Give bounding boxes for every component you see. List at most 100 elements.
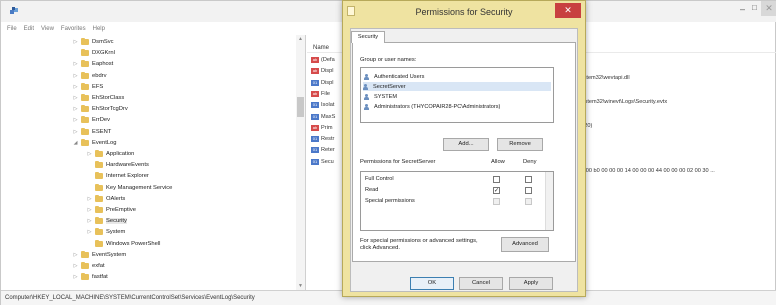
value-row[interactable]: 01 Reter bbox=[311, 145, 335, 155]
expand-arrow-icon[interactable]: ▷ bbox=[73, 117, 78, 123]
user-list-item[interactable]: Administrators (THYCOPAIR28-PC\Administr… bbox=[364, 102, 500, 111]
expand-arrow-icon[interactable]: ▷ bbox=[87, 151, 92, 157]
apply-button[interactable]: Apply bbox=[509, 277, 553, 290]
tree-node[interactable]: ▷ Eaphost bbox=[73, 59, 113, 69]
user-group-icon bbox=[364, 73, 371, 80]
minimize-button[interactable]: – bbox=[740, 4, 745, 14]
tree-node[interactable]: ▷ ErrDev bbox=[73, 115, 110, 125]
tree-node[interactable]: Internet Explorer bbox=[87, 171, 149, 181]
value-row[interactable]: ab Prim bbox=[311, 123, 333, 133]
expand-arrow-icon[interactable]: ▷ bbox=[87, 196, 92, 202]
tree-node[interactable]: HardwareEvents bbox=[87, 160, 149, 170]
tree-node[interactable]: ▷ fastfat bbox=[73, 272, 108, 282]
tree-node[interactable]: Windows PowerShell bbox=[87, 239, 160, 249]
menu-favorites[interactable]: Favorites bbox=[61, 23, 86, 35]
folder-icon bbox=[81, 262, 89, 269]
maximize-button[interactable]: □ bbox=[752, 3, 757, 12]
value-row[interactable]: 01 MaxS bbox=[311, 112, 335, 122]
advanced-button[interactable]: Advanced bbox=[501, 237, 549, 252]
user-group-icon bbox=[363, 83, 370, 90]
tree-node[interactable]: ▷ EFS bbox=[73, 82, 103, 92]
close-button[interactable]: ✕ bbox=[761, 1, 776, 16]
expand-arrow-icon[interactable]: ▷ bbox=[73, 263, 78, 269]
expand-arrow-icon[interactable]: ▷ bbox=[73, 129, 78, 135]
menu-help[interactable]: Help bbox=[93, 23, 105, 35]
binary-value-icon: 01 bbox=[311, 102, 319, 109]
tree-node[interactable]: ◢ EventLog bbox=[73, 138, 117, 148]
value-row[interactable]: 01 Displ bbox=[311, 78, 333, 88]
expand-arrow-icon[interactable]: ▷ bbox=[73, 73, 78, 79]
string-value-icon: ab bbox=[311, 57, 319, 63]
permission-name: Full Control bbox=[365, 176, 394, 182]
user-list-item[interactable]: SYSTEM bbox=[364, 92, 397, 101]
allow-checkbox[interactable] bbox=[493, 176, 500, 183]
add-button[interactable]: Add... bbox=[443, 138, 489, 151]
folder-icon bbox=[81, 82, 89, 90]
menu-view[interactable]: View bbox=[41, 23, 54, 35]
tree-node[interactable]: ▷ ESENT bbox=[73, 127, 111, 137]
value-row[interactable]: ab (Defa bbox=[311, 55, 335, 65]
tree-node[interactable]: ▷ DsmSvc bbox=[73, 37, 114, 47]
scroll-down-arrow-icon[interactable]: ▼ bbox=[296, 282, 305, 290]
user-list-item[interactable]: Authenticated Users bbox=[364, 72, 424, 81]
deny-checkbox[interactable] bbox=[525, 187, 532, 194]
tree-node-label: ESENT bbox=[92, 128, 112, 135]
value-name: Secu bbox=[321, 158, 334, 165]
value-row[interactable]: ab Displ bbox=[311, 66, 333, 76]
expand-arrow-icon[interactable]: ▷ bbox=[73, 252, 78, 258]
permissions-scrollbar[interactable] bbox=[545, 172, 553, 230]
value-name: Restr bbox=[321, 136, 335, 143]
scroll-up-arrow-icon[interactable]: ▲ bbox=[296, 35, 305, 43]
folder-icon bbox=[81, 38, 89, 45]
tree-node[interactable]: ▷ Security bbox=[87, 216, 127, 226]
dialog-close-button[interactable]: ✕ bbox=[555, 3, 581, 18]
permission-name: Read bbox=[365, 187, 379, 193]
value-row[interactable]: ab File bbox=[311, 89, 330, 99]
tree-node[interactable]: ▷ OAlerts bbox=[87, 194, 125, 204]
data-cell: System32\winevt\Logs\Security.evtx bbox=[578, 99, 668, 105]
expand-arrow-icon[interactable]: ▷ bbox=[73, 95, 78, 101]
tree-scroll-thumb[interactable] bbox=[297, 97, 304, 117]
deny-checkbox[interactable] bbox=[525, 176, 532, 183]
value-row[interactable]: 01 Restr bbox=[311, 134, 334, 144]
tree-node[interactable]: ▷ exfat bbox=[73, 261, 105, 271]
cancel-button[interactable]: Cancel bbox=[459, 277, 503, 290]
expand-arrow-icon[interactable]: ▷ bbox=[87, 229, 92, 235]
remove-button[interactable]: Remove bbox=[497, 138, 543, 151]
tree-node[interactable]: ▷ EventSystem bbox=[73, 250, 126, 260]
tree-node[interactable]: ▷ EhStorClass bbox=[73, 93, 124, 103]
menu-edit[interactable]: Edit bbox=[24, 23, 34, 35]
folder-icon bbox=[81, 71, 89, 79]
expand-arrow-icon[interactable]: ◢ bbox=[73, 140, 78, 146]
allow-checkbox[interactable]: ✓ bbox=[493, 187, 500, 194]
tree-node-label: Internet Explorer bbox=[106, 173, 149, 180]
value-row[interactable]: 01 Isolat bbox=[311, 100, 334, 110]
expand-arrow-icon[interactable]: ▷ bbox=[73, 39, 78, 45]
registry-tree[interactable]: ▷ DsmSvc DXGKrnl ▷ Eaphost ▷ ebdrv ▷ EFS ▷ EhStorC… bbox=[1, 35, 306, 290]
tree-node[interactable]: ▷ System bbox=[87, 227, 125, 237]
menu-file[interactable]: File bbox=[7, 23, 17, 35]
tree-node[interactable]: ▷ Application bbox=[87, 149, 134, 159]
tree-node[interactable]: ▷ EhStorTcgDrv bbox=[73, 104, 128, 114]
deny-header: Deny bbox=[523, 159, 537, 165]
expand-arrow-icon[interactable]: ▷ bbox=[87, 218, 92, 224]
value-row[interactable]: 01 Secu bbox=[311, 157, 334, 167]
folder-icon bbox=[81, 105, 89, 113]
tree-scrollbar[interactable]: ▲ ▼ bbox=[296, 35, 305, 290]
users-list[interactable]: Authenticated Users SecretServer SYSTEM Adm… bbox=[360, 67, 554, 123]
tab-security[interactable]: Security bbox=[351, 31, 385, 43]
deny-checkbox bbox=[525, 198, 532, 205]
expand-arrow-icon[interactable]: ▷ bbox=[73, 274, 78, 280]
folder-icon bbox=[81, 49, 89, 57]
expand-arrow-icon[interactable]: ▷ bbox=[87, 207, 92, 213]
expand-arrow-icon[interactable]: ▷ bbox=[73, 61, 78, 67]
tree-node[interactable]: Key Management Service bbox=[87, 183, 172, 193]
value-name: (Defa bbox=[321, 57, 335, 63]
expand-arrow-icon[interactable]: ▷ bbox=[73, 84, 78, 90]
tree-node[interactable]: ▷ ebdrv bbox=[73, 71, 107, 81]
tree-node[interactable]: DXGKrnl bbox=[73, 48, 115, 58]
tree-node[interactable]: ▷ PreEmptive bbox=[87, 205, 136, 215]
ok-button[interactable]: OK bbox=[410, 277, 454, 290]
expand-arrow-icon[interactable]: ▷ bbox=[73, 106, 78, 112]
user-list-item[interactable]: SecretServer bbox=[363, 82, 551, 91]
